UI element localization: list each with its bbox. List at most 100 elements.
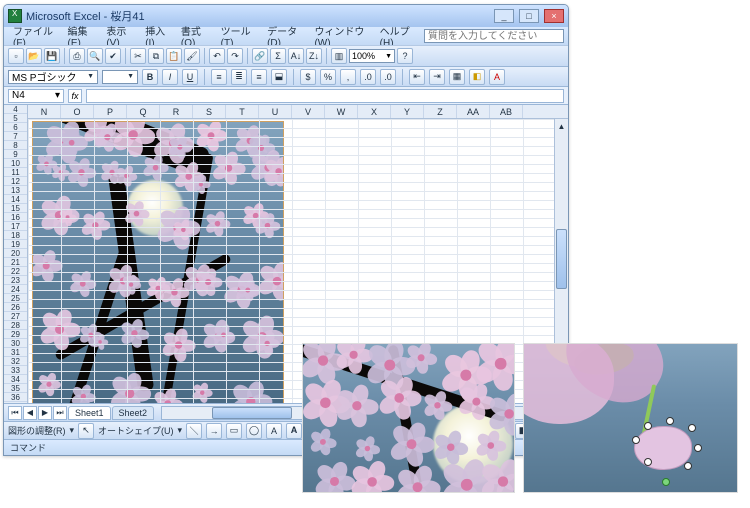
oval-button[interactable]: ◯ <box>246 423 262 439</box>
underline-button[interactable]: U <box>182 69 198 85</box>
increase-indent-button[interactable]: ⇥ <box>429 69 445 85</box>
row-header[interactable]: 33 <box>4 366 27 375</box>
bold-button[interactable]: B <box>142 69 158 85</box>
row-headers[interactable]: 4567891011121314151617181920212223242526… <box>4 105 28 403</box>
align-center-button[interactable]: ≣ <box>231 69 247 85</box>
row-header[interactable]: 11 <box>4 168 27 177</box>
column-header[interactable]: O <box>61 105 94 118</box>
close-button[interactable]: × <box>544 9 564 23</box>
merge-button[interactable]: ⬓ <box>271 69 287 85</box>
row-header[interactable]: 31 <box>4 348 27 357</box>
sum-button[interactable]: Σ <box>270 48 286 64</box>
column-header[interactable]: U <box>259 105 292 118</box>
percent-button[interactable]: % <box>320 69 336 85</box>
row-header[interactable]: 36 <box>4 393 27 402</box>
edit-handle[interactable] <box>632 436 640 444</box>
column-header[interactable]: V <box>292 105 325 118</box>
row-header[interactable]: 27 <box>4 312 27 321</box>
column-header[interactable]: AB <box>490 105 523 118</box>
row-header[interactable]: 18 <box>4 231 27 240</box>
column-header[interactable]: N <box>28 105 61 118</box>
decrease-decimal-button[interactable]: .0 <box>380 69 396 85</box>
column-header[interactable]: R <box>160 105 193 118</box>
zoom-dropdown[interactable]: 100% ▼ <box>349 49 395 63</box>
column-header[interactable]: X <box>358 105 391 118</box>
currency-button[interactable]: $ <box>300 69 316 85</box>
scroll-thumb[interactable] <box>556 229 567 289</box>
font-size-dropdown[interactable]: ▼ <box>102 70 138 84</box>
open-button[interactable]: 📂 <box>26 48 42 64</box>
minimize-button[interactable]: _ <box>494 9 514 23</box>
column-header[interactable]: AA <box>457 105 490 118</box>
selected-petal-shape[interactable] <box>634 426 692 470</box>
row-header[interactable]: 10 <box>4 159 27 168</box>
edit-handle[interactable] <box>684 462 692 470</box>
select-objects-button[interactable]: ↖ <box>78 423 94 439</box>
redo-button[interactable]: ↷ <box>227 48 243 64</box>
scroll-up-button[interactable]: ▲ <box>555 119 568 133</box>
arrow-button[interactable]: → <box>206 423 222 439</box>
row-header[interactable]: 37 <box>4 402 27 403</box>
tab-nav-first-button[interactable]: ⏮ <box>8 406 22 420</box>
row-header[interactable]: 32 <box>4 357 27 366</box>
row-header[interactable]: 34 <box>4 375 27 384</box>
edit-handle[interactable] <box>644 422 652 430</box>
tab-nav-last-button[interactable]: ⏭ <box>53 406 67 420</box>
edit-handle[interactable] <box>644 458 652 466</box>
row-header[interactable]: 9 <box>4 150 27 159</box>
column-header[interactable]: Q <box>127 105 160 118</box>
wordart-button[interactable]: 𝐀 <box>286 423 302 439</box>
comma-button[interactable]: , <box>340 69 356 85</box>
column-header[interactable]: P <box>94 105 127 118</box>
align-right-button[interactable]: ≡ <box>251 69 267 85</box>
row-header[interactable]: 22 <box>4 267 27 276</box>
column-headers[interactable]: NOPQRSTUVWXYZAAAB <box>28 105 568 119</box>
row-header[interactable]: 35 <box>4 384 27 393</box>
align-left-button[interactable]: ≡ <box>211 69 227 85</box>
row-header[interactable]: 12 <box>4 177 27 186</box>
row-header[interactable]: 19 <box>4 240 27 249</box>
preview-button[interactable]: 🔍 <box>87 48 103 64</box>
sort-desc-button[interactable]: Z↓ <box>306 48 322 64</box>
row-header[interactable]: 5 <box>4 114 27 123</box>
save-button[interactable]: 💾 <box>44 48 60 64</box>
row-header[interactable]: 8 <box>4 141 27 150</box>
row-header[interactable]: 15 <box>4 204 27 213</box>
row-header[interactable]: 21 <box>4 258 27 267</box>
borders-button[interactable]: ▦ <box>449 69 465 85</box>
edit-handle[interactable] <box>666 417 674 425</box>
textbox-button[interactable]: A <box>266 423 282 439</box>
row-header[interactable]: 24 <box>4 285 27 294</box>
row-header[interactable]: 14 <box>4 195 27 204</box>
column-header[interactable]: Y <box>391 105 424 118</box>
cut-button[interactable]: ✂ <box>130 48 146 64</box>
row-header[interactable]: 20 <box>4 249 27 258</box>
row-header[interactable]: 7 <box>4 132 27 141</box>
help-button[interactable]: ? <box>397 48 413 64</box>
autoshape-menu[interactable]: オートシェイプ(U) <box>98 424 174 437</box>
column-header[interactable]: T <box>226 105 259 118</box>
row-header[interactable]: 29 <box>4 330 27 339</box>
font-color-button[interactable]: A <box>489 69 505 85</box>
line-button[interactable]: ＼ <box>186 423 202 439</box>
fill-color-button[interactable]: ◧ <box>469 69 485 85</box>
formula-input[interactable] <box>86 89 564 103</box>
link-button[interactable]: 🔗 <box>252 48 268 64</box>
copy-button[interactable]: ⧉ <box>148 48 164 64</box>
row-header[interactable]: 17 <box>4 222 27 231</box>
tab-nav-next-button[interactable]: ▶ <box>38 406 52 420</box>
increase-decimal-button[interactable]: .0 <box>360 69 376 85</box>
rotation-handle[interactable] <box>662 478 670 486</box>
spell-button[interactable]: ✔ <box>105 48 121 64</box>
paste-button[interactable]: 📋 <box>166 48 182 64</box>
row-header[interactable]: 30 <box>4 339 27 348</box>
decrease-indent-button[interactable]: ⇤ <box>409 69 425 85</box>
undo-button[interactable]: ↶ <box>209 48 225 64</box>
rectangle-button[interactable]: ▭ <box>226 423 242 439</box>
scroll-thumb[interactable] <box>212 407 292 419</box>
new-button[interactable]: ▫ <box>8 48 24 64</box>
row-header[interactable]: 13 <box>4 186 27 195</box>
row-header[interactable]: 23 <box>4 276 27 285</box>
insert-function-button[interactable]: fx <box>68 89 82 103</box>
draw-adjust-menu[interactable]: 図形の調整(R) <box>8 424 66 437</box>
